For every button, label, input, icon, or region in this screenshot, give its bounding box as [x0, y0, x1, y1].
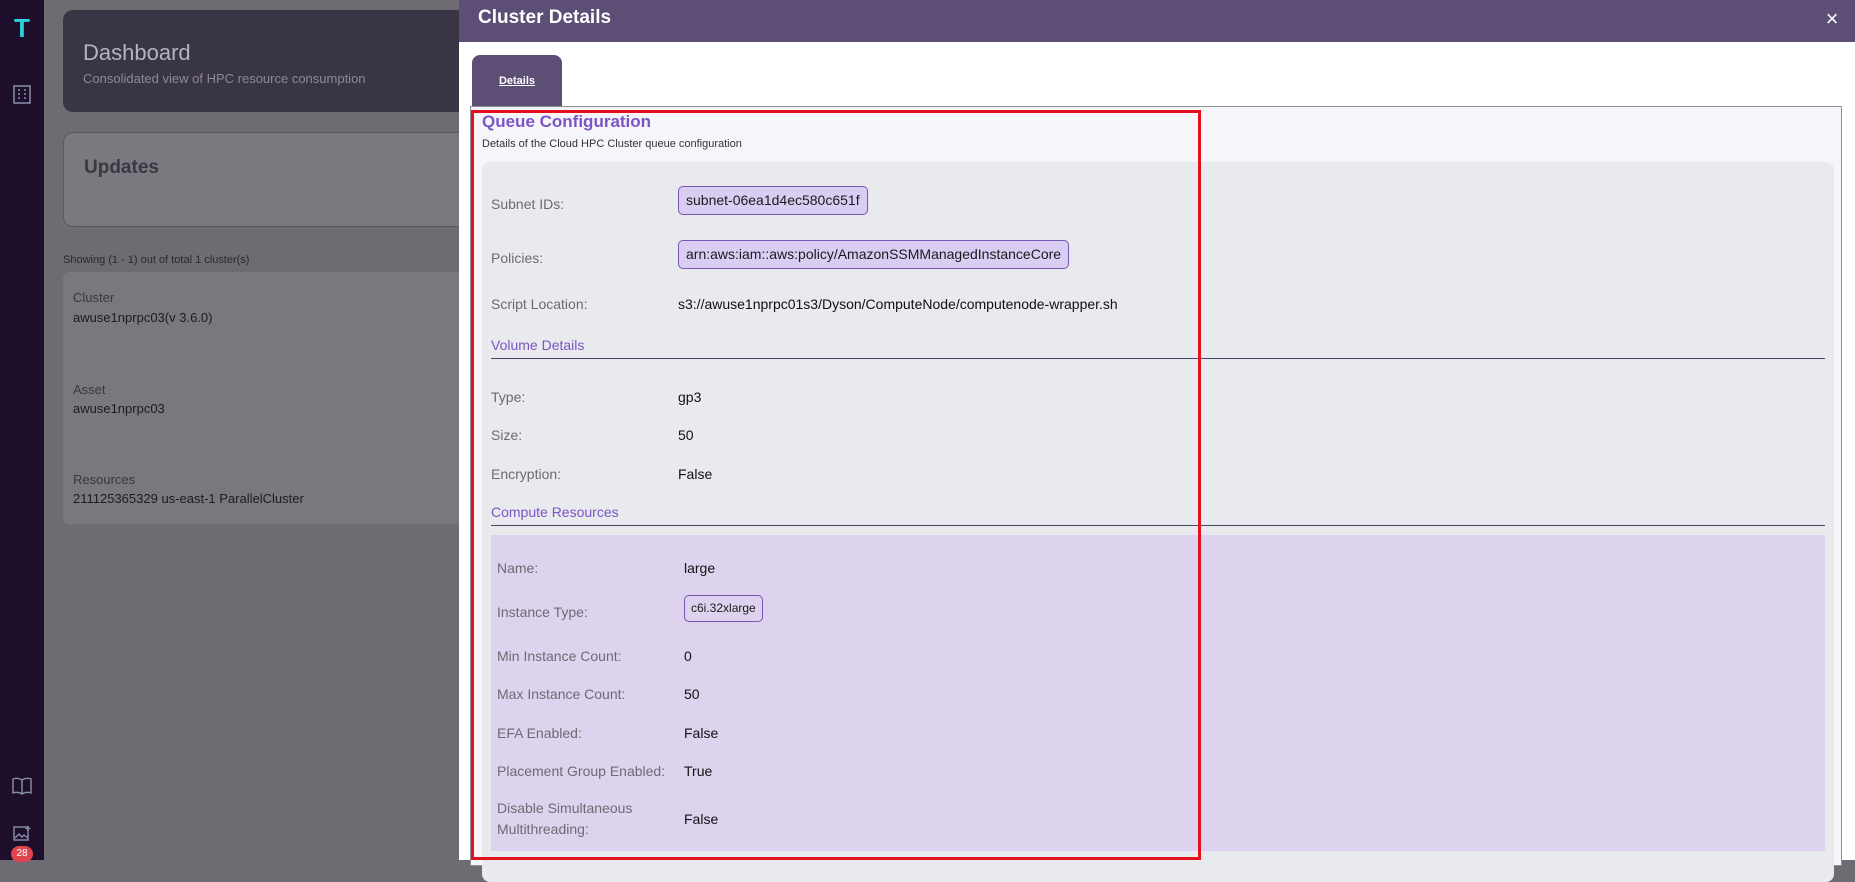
asset-label: Asset: [73, 382, 106, 397]
subnet-ids-label: Subnet IDs:: [491, 196, 565, 212]
compute-name-value: large: [684, 560, 716, 576]
details-panel: Queue Configuration Details of the Cloud…: [470, 106, 1842, 882]
policy-chip: arn:aws:iam::aws:policy/AmazonSSMManaged…: [678, 240, 1070, 269]
encryption-label: Encryption:: [491, 466, 562, 482]
queue-configuration-title: Queue Configuration: [482, 112, 652, 131]
min-instance-count-value: 0: [684, 648, 692, 664]
asset-value: awuse1nprpc03: [73, 401, 165, 416]
modal-header: Cluster Details ×: [459, 0, 1855, 42]
sidebar: T 28: [0, 0, 44, 862]
script-location-label: Script Location:: [491, 296, 588, 312]
cluster-details-modal: Cluster Details × Details Queue Configur…: [459, 0, 1855, 882]
instance-type-chip: c6i.32xlarge: [684, 595, 763, 622]
efa-enabled-value: False: [684, 725, 719, 741]
volume-details-heading: Volume Details: [491, 337, 1825, 359]
queue-configuration-subtitle: Details of the Cloud HPC Cluster queue c…: [482, 138, 742, 150]
tab-details[interactable]: Details: [472, 55, 562, 107]
encryption-value: False: [678, 466, 713, 482]
disable-smt-label-line1: Disable Simultaneous: [497, 800, 633, 816]
page-title: Dashboard: [83, 40, 191, 65]
compute-name-label: Name:: [497, 560, 539, 576]
volume-type-value: gp3: [678, 389, 702, 405]
modal-title: Cluster Details: [478, 7, 612, 28]
volume-size-label: Size:: [491, 427, 523, 443]
book-icon[interactable]: [6, 770, 38, 802]
resources-label: Resources: [73, 472, 136, 487]
page-subtitle: Consolidated view of HPC resource consum…: [83, 71, 366, 86]
compute-resources-heading: Compute Resources: [491, 504, 1825, 526]
compute-resource-card: Name: large Instance Type: c6i.32xlarge …: [491, 535, 1825, 851]
min-instance-count-label: Min Instance Count:: [497, 648, 622, 664]
dashboard-header-card: Dashboard Consolidated view of HPC resou…: [63, 10, 483, 112]
instance-type-label: Instance Type:: [497, 604, 588, 620]
disable-smt-value: False: [684, 811, 719, 827]
max-instance-count-label: Max Instance Count:: [497, 686, 626, 702]
building-icon[interactable]: [6, 78, 38, 110]
volume-size-value: 50: [678, 427, 694, 443]
efa-enabled-label: EFA Enabled:: [497, 725, 582, 741]
script-location-value: s3://awuse1nprpc01s3/Dyson/ComputeNode/c…: [678, 296, 1118, 312]
cluster-value: awuse1nprpc03(v 3.6.0): [73, 310, 213, 325]
app-logo[interactable]: T: [8, 14, 36, 42]
resources-value: 211125365329 us-east-1 ParallelCluster: [73, 491, 304, 506]
policies-label: Policies:: [491, 250, 544, 266]
disable-smt-label-line2: Multithreading:: [497, 821, 589, 837]
max-instance-count-value: 50: [684, 686, 700, 702]
pagination-summary: Showing (1 - 1) out of total 1 cluster(s…: [63, 254, 250, 266]
placement-group-label: Placement Group Enabled:: [497, 763, 666, 779]
subnet-id-chip: subnet-06ea1d4ec580c651f: [678, 186, 868, 215]
queue-configuration-box: Subnet IDs: subnet-06ea1d4ec580c651f Pol…: [482, 162, 1834, 882]
cluster-label: Cluster: [73, 290, 115, 305]
updates-title: Updates: [84, 157, 159, 178]
volume-type-label: Type:: [491, 389, 526, 405]
cluster-list-item[interactable]: Cluster awuse1nprpc03(v 3.6.0) Asset awu…: [63, 272, 483, 524]
updates-card: Updates: [63, 132, 483, 227]
close-icon[interactable]: ×: [1819, 6, 1845, 32]
placement-group-value: True: [684, 763, 713, 779]
